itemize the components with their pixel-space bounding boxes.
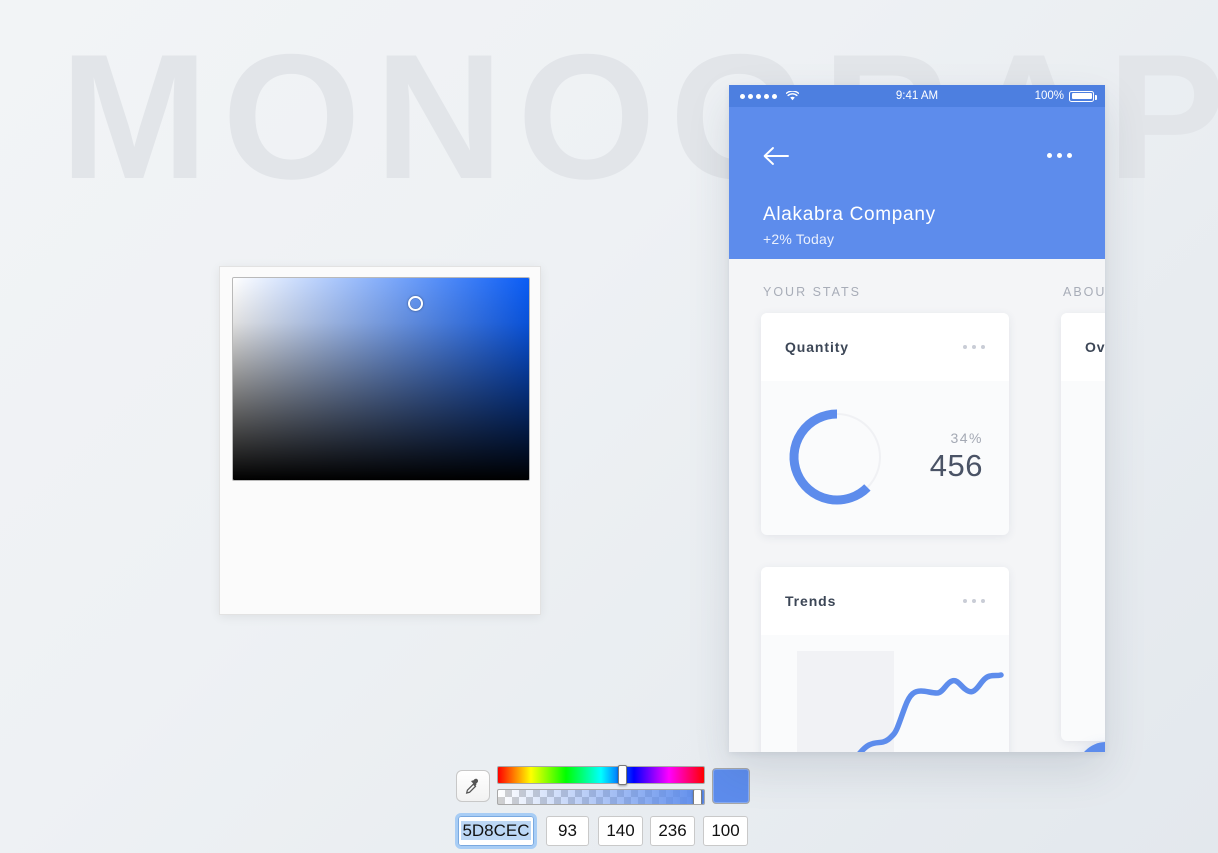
battery-percent-label: 100% [1034,90,1064,102]
phone-mockup: 9:41 AM 100% Alakabra Company +2% Today … [729,85,1105,752]
page-subtitle: +2% Today [763,231,835,247]
battery-icon [1069,90,1097,102]
back-arrow-icon[interactable] [762,145,790,167]
saturation-value-gradient[interactable] [232,277,530,481]
alpha-slider[interactable] [497,789,705,805]
card-title-trends: Trends [785,593,837,609]
app-bar: Alakabra Company +2% Today [729,107,1105,259]
hue-slider[interactable] [497,765,705,785]
page-title: Alakabra Company [763,204,936,225]
gradient-cursor-handle[interactable] [407,295,423,311]
hue-slider-thumb[interactable] [618,765,628,785]
column-title-your-stats: YOUR STATS [763,285,862,299]
card-quantity[interactable]: Quantity 34% 456 [761,313,1009,535]
signal-strength-icon [740,93,777,99]
r-field-group: 93 R [546,816,589,853]
card-body-trends [761,635,1009,752]
card-header-overview: Overview [1061,313,1105,381]
trend-line-chart [857,672,1004,752]
g-field-group: 140 G [598,816,643,853]
value-layer [233,278,529,480]
color-preview-swatch[interactable] [712,768,750,804]
g-input[interactable]: 140 [598,816,643,846]
a-input[interactable]: 100 [703,816,748,846]
app-bar-more-icon[interactable] [1047,153,1072,158]
donut-chart-labels: 34% 456 [930,430,987,484]
donut-chart-row: 34% 456 [761,381,1009,535]
card-more-icon-quantity[interactable] [963,345,985,349]
donut-percent-label: 34% [950,430,983,446]
card-body-quantity: 34% 456 [761,381,1009,535]
add-button[interactable]: + [1077,742,1105,752]
b-field-group: 236 B [650,816,695,853]
column-title-about: ABOUT [1063,285,1105,299]
card-header-trends: Trends [761,567,1009,635]
hex-input[interactable]: 5D8CEC [455,813,537,849]
card-trends[interactable]: Trends [761,567,1009,752]
eyedropper-icon [465,778,478,794]
a-field-group: 100 A [703,816,748,853]
alpha-gradient [498,790,704,804]
donut-value-label: 456 [929,448,983,483]
hex-field-group: 5D8CEC Hex [455,813,537,853]
card-title-overview: Overview [1085,339,1105,355]
card-header-quantity: Quantity [761,313,1009,381]
status-bar-right: 100% [1034,90,1097,102]
card-title-quantity: Quantity [785,339,849,355]
hex-input-value: 5D8CEC [461,821,531,840]
eyedropper-button[interactable] [456,770,490,802]
wifi-icon [786,91,799,101]
donut-chart [789,409,881,505]
b-input[interactable]: 236 [650,816,695,846]
alpha-slider-thumb[interactable] [693,790,702,804]
color-picker-panel: 5D8CEC Hex 93 R 140 G 236 B 100 A [219,266,750,849]
card-more-icon-trends[interactable] [963,599,985,603]
screenshot-canvas: MONOGRAPHO 5D8CEC Hex [0,0,1218,853]
fab-container: + [985,632,1105,752]
status-bar: 9:41 AM 100% [729,85,1105,107]
r-input[interactable]: 93 [546,816,589,846]
